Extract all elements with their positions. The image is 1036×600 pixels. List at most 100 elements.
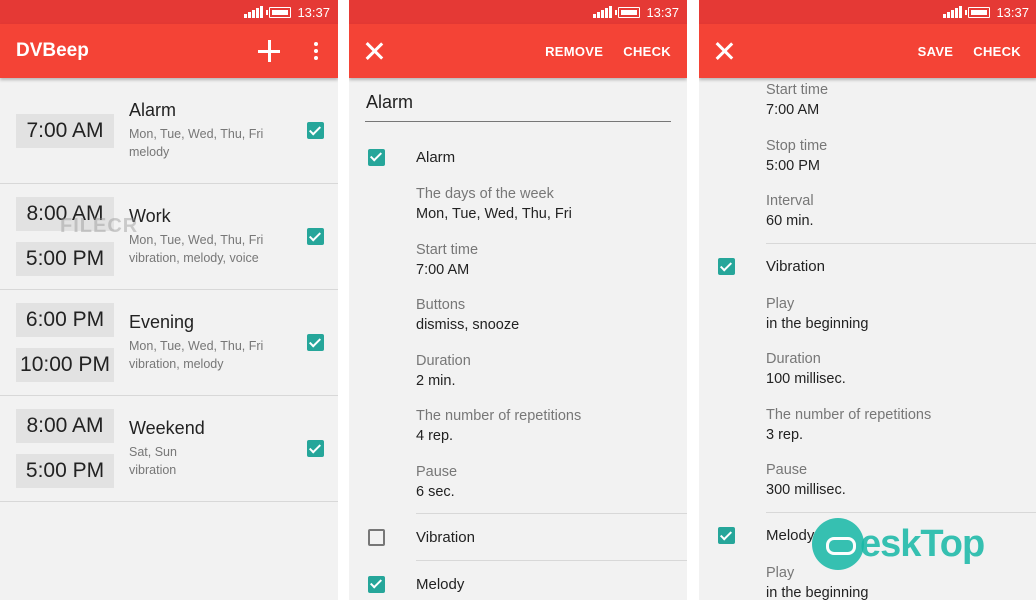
setting-duration[interactable]: Duration 2 min. — [349, 347, 687, 403]
setting-value: in the beginning — [766, 584, 869, 600]
status-time: 13:37 — [297, 4, 330, 20]
setting-pause[interactable]: Pause 6 sec. — [349, 458, 687, 514]
alarm-row-weekend[interactable]: 8:00 AM 5:00 PM Weekend Sat, Sun vibrati… — [0, 396, 338, 502]
setting-value: 7:00 AM — [766, 102, 820, 118]
check-button[interactable]: CHECK — [973, 44, 1021, 59]
alarm-row-work[interactable]: 8:00 AM 5:00 PM Work Mon, Tue, Wed, Thu,… — [0, 184, 338, 290]
alarm-sounds: melody — [129, 145, 170, 159]
alarm-enabled-checkbox[interactable] — [307, 228, 324, 245]
check-button[interactable]: CHECK — [623, 44, 671, 59]
app-title: DVBeep — [16, 40, 89, 61]
setting-label: Buttons — [416, 297, 466, 313]
melody-checkbox[interactable] — [368, 575, 385, 593]
app-toolbar: DVBeep — [0, 24, 338, 78]
logo-text: eskTop — [860, 522, 985, 565]
alarm-toggle-row[interactable]: Alarm — [349, 134, 687, 180]
setting-value: Mon, Tue, Wed, Thu, Fri — [416, 206, 572, 222]
setting-vibration-repetitions[interactable]: The number of repetitions 3 rep. — [699, 401, 1036, 457]
alarm-end-time[interactable]: 10:00 PM — [16, 348, 114, 382]
status-bar: 13:37 — [349, 0, 687, 24]
vibration-checkbox[interactable] — [718, 258, 735, 275]
melody-label: Melody — [766, 527, 815, 544]
status-bar: 13:37 — [699, 0, 1036, 24]
alarm-enabled-checkbox[interactable] — [307, 334, 324, 351]
alarm-checkbox[interactable] — [368, 148, 385, 166]
status-time: 13:37 — [996, 4, 1029, 20]
setting-value: 6 sec. — [416, 483, 455, 500]
setting-label: Duration — [766, 351, 821, 367]
alarm-name: Work — [129, 206, 171, 226]
setting-value: 7:00 AM — [416, 261, 470, 278]
close-icon[interactable] — [715, 42, 733, 60]
setting-days[interactable]: The days of the week Mon, Tue, Wed, Thu,… — [349, 180, 687, 236]
setting-label: The days of the week — [416, 186, 554, 202]
vibration-label: Vibration — [416, 528, 475, 546]
alarm-row-alarm[interactable]: 7:00 AM Alarm Mon, Tue, Wed, Thu, Fri me… — [0, 78, 338, 184]
add-icon[interactable] — [258, 40, 280, 62]
setting-vibration-play[interactable]: Play in the beginning — [699, 290, 1036, 346]
setting-repetitions[interactable]: The number of repetitions 4 rep. — [349, 402, 687, 458]
alarm-list-screen: 13:37 DVBeep 7:00 AM Alarm Mon, Tue, Wed… — [0, 0, 338, 600]
setting-value: 100 millisec. — [766, 371, 846, 387]
alarm-time[interactable]: 7:00 AM — [16, 113, 114, 148]
vibration-toggle-row[interactable]: Vibration — [349, 514, 687, 560]
alarm-row-evening[interactable]: 6:00 PM 10:00 PM Evening Mon, Tue, Wed, … — [0, 290, 338, 396]
alarm-sounds: vibration, melody, voice — [129, 251, 259, 265]
vibration-label: Vibration — [766, 258, 825, 275]
setting-value: 4 rep. — [416, 428, 454, 444]
more-options-icon[interactable] — [310, 42, 322, 60]
setting-vibration-pause[interactable]: Pause 300 millisec. — [699, 456, 1036, 512]
alarm-enabled-checkbox[interactable] — [307, 122, 324, 139]
setting-start-time[interactable]: Start time 7:00 AM — [699, 76, 1036, 132]
alarm-end-time[interactable]: 5:00 PM — [16, 242, 114, 276]
setting-label: Play — [766, 295, 795, 312]
remove-button[interactable]: REMOVE — [545, 44, 603, 59]
melody-toggle-row[interactable]: Melody — [349, 561, 687, 600]
setting-start-time[interactable]: Start time 7:00 AM — [349, 236, 687, 292]
alarm-sounds: vibration — [129, 463, 177, 477]
logo-icon — [812, 518, 864, 570]
vibration-toggle-row[interactable]: Vibration — [699, 244, 1036, 290]
setting-stop-time[interactable]: Stop time 5:00 PM — [699, 132, 1036, 188]
signal-icon — [943, 6, 963, 18]
setting-label: Pause — [416, 463, 458, 480]
battery-icon — [965, 6, 991, 18]
alarm-name: Evening — [129, 312, 195, 332]
alarm-enabled-checkbox[interactable] — [307, 440, 324, 457]
alarm-name-input[interactable]: Alarm — [365, 92, 671, 122]
alarm-start-time[interactable]: 6:00 PM — [16, 303, 114, 337]
alarm-details-screen: 13:37 SAVE CHECK Start time 7:00 AM Stop… — [699, 0, 1036, 600]
status-time: 13:37 — [646, 4, 679, 20]
battery-icon — [615, 6, 641, 18]
alarm-name: Weekend — [129, 418, 205, 438]
setting-label: Start time — [416, 241, 479, 258]
close-icon[interactable] — [365, 42, 383, 60]
alarm-edit-screen: 13:37 REMOVE CHECK Alarm Alarm The days … — [349, 0, 687, 600]
alarm-end-time[interactable]: 5:00 PM — [16, 454, 114, 488]
setting-value: 3 rep. — [766, 426, 804, 443]
melody-checkbox[interactable] — [718, 527, 735, 544]
setting-value: 5:00 PM — [766, 157, 820, 174]
setting-label: Duration — [416, 352, 471, 369]
alarm-sounds: vibration, melody — [129, 357, 224, 371]
melody-label: Melody — [416, 575, 465, 593]
watermark: FILECR — [60, 215, 139, 237]
vibration-checkbox[interactable] — [368, 528, 385, 546]
setting-vibration-duration[interactable]: Duration 100 millisec. — [699, 345, 1036, 401]
setting-value: dismiss, snooze — [416, 317, 520, 333]
setting-interval[interactable]: Interval 60 min. — [699, 187, 1036, 243]
setting-buttons[interactable]: Buttons dismiss, snooze — [349, 291, 687, 347]
edit-toolbar: REMOVE CHECK — [349, 24, 687, 78]
setting-label: Start time — [766, 82, 829, 98]
alarm-name: Alarm — [129, 100, 177, 120]
alarm-start-time[interactable]: 8:00 AM — [16, 409, 114, 443]
setting-label: The number of repetitions — [766, 406, 932, 423]
save-button[interactable]: SAVE — [918, 44, 954, 59]
alarm-toggle-label: Alarm — [416, 148, 456, 166]
setting-label: Interval — [766, 193, 814, 209]
setting-value: 60 min. — [766, 213, 814, 229]
signal-icon — [244, 6, 264, 18]
setting-label: Stop time — [766, 137, 828, 154]
status-bar: 13:37 — [0, 0, 338, 24]
battery-icon — [266, 6, 292, 18]
